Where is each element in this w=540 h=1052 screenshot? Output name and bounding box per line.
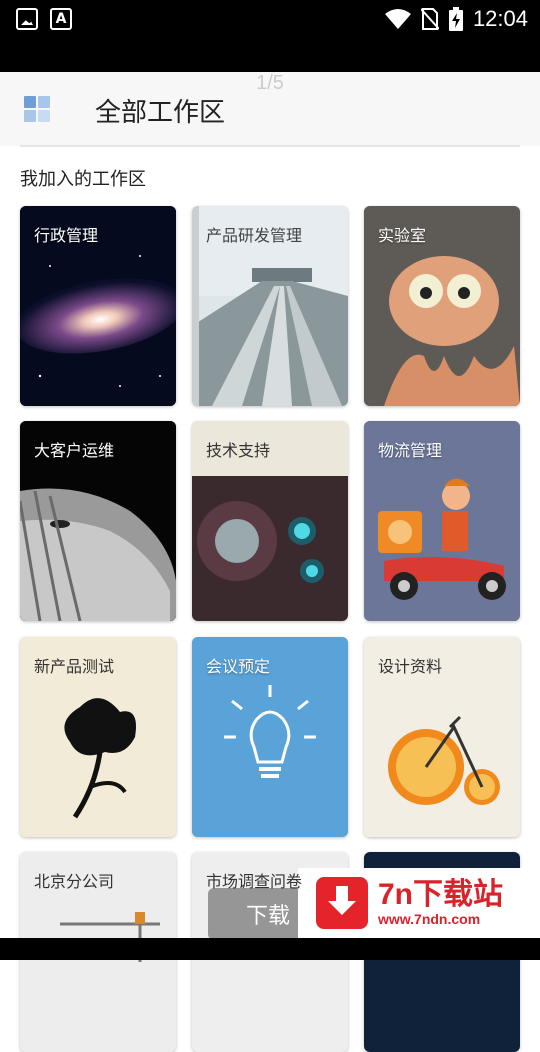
workspace-label: 设计资料: [378, 657, 443, 676]
navigation-bar: [0, 938, 540, 960]
workspace-tile[interactable]: 实验室: [364, 206, 520, 406]
workspace-tile[interactable]: 会议预定: [192, 637, 348, 837]
workspace-tile[interactable]: 新产品测试: [20, 637, 176, 837]
workspace-label: 会议预定: [206, 657, 271, 676]
workspace-label: 技术支持: [206, 441, 271, 460]
battery-charging-icon: [448, 7, 463, 31]
grid-icon[interactable]: [24, 96, 50, 122]
brand-name: 7n下载站: [378, 878, 504, 911]
workspace-tile[interactable]: 设计资料: [364, 637, 520, 837]
workspace-tile[interactable]: 行政管理: [20, 206, 176, 406]
workspace-tile[interactable]: 技术支持: [192, 421, 348, 621]
page-indicator: 1/5: [256, 72, 284, 94]
workspace-label: 产品研发管理: [206, 226, 303, 245]
download-button[interactable]: 下载: [208, 888, 300, 940]
clock: 12:04: [472, 6, 528, 31]
download-icon: [316, 877, 368, 929]
workspace-label: 物流管理: [378, 441, 443, 460]
image-icon: [16, 8, 38, 30]
workspace-label: 行政管理: [34, 226, 99, 245]
no-sim-icon: [420, 8, 439, 30]
page-title: 全部工作区: [95, 98, 226, 128]
font-icon: A: [50, 8, 72, 30]
status-bar: A 12:04: [0, 0, 540, 72]
workspace-label: 大客户运维: [34, 441, 115, 460]
brand-url: www.7ndn.com: [378, 911, 481, 927]
workspace-tile[interactable]: 产品研发管理: [192, 206, 348, 406]
workspace-label: 北京分公司: [34, 872, 115, 891]
workspace-label: 实验室: [378, 226, 427, 245]
watermark-banner[interactable]: 7n下载站 www.7ndn.com: [298, 868, 540, 938]
workspace-tile[interactable]: 大客户运维: [20, 421, 176, 621]
workspace-label: 市场调查问卷: [206, 872, 303, 891]
section-title: 我加入的工作区: [20, 169, 146, 190]
workspace-label: 新产品测试: [34, 657, 115, 676]
divider: [20, 145, 520, 147]
wifi-icon: [384, 9, 411, 29]
workspace-tile[interactable]: 物流管理: [364, 421, 520, 621]
